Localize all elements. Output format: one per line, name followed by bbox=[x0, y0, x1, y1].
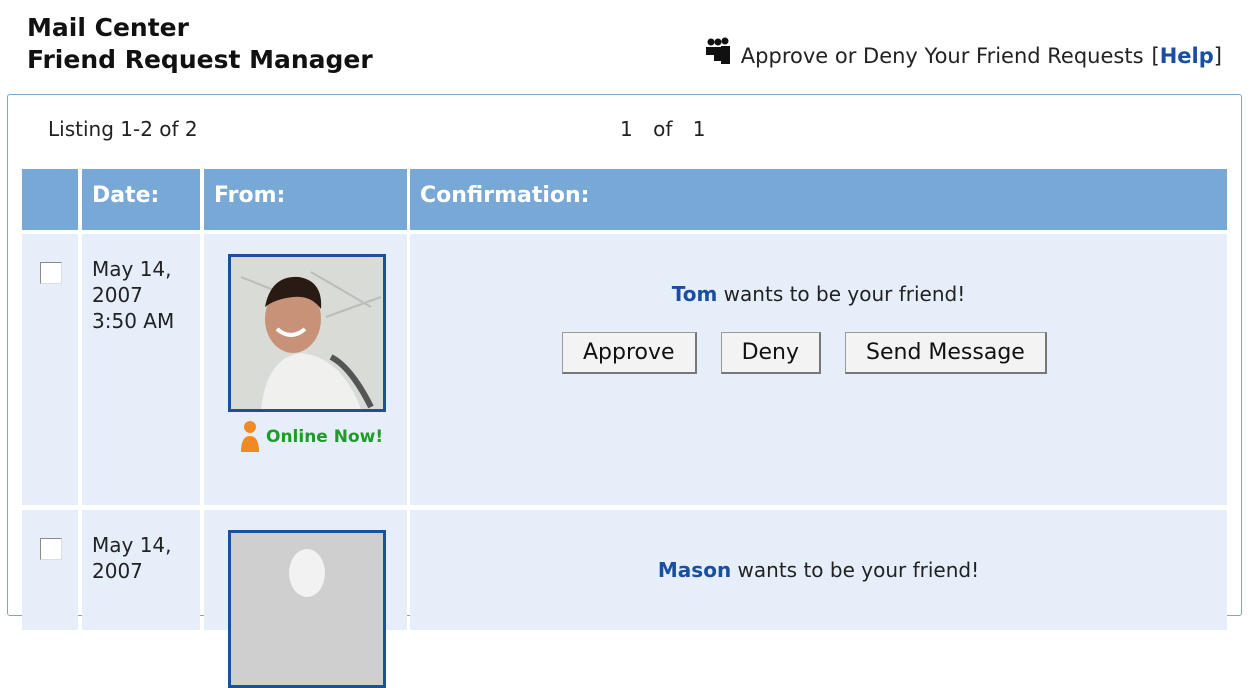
date-cell: May 14, 2007 bbox=[82, 510, 200, 630]
help-link[interactable]: Help bbox=[1160, 44, 1214, 68]
time-line: 3:50 AM bbox=[92, 309, 175, 333]
bracket-close: ] bbox=[1213, 44, 1222, 68]
online-status-icon bbox=[241, 421, 259, 452]
title-line-friend-request-manager: Friend Request Manager bbox=[27, 45, 373, 74]
friend-name-link[interactable]: Mason bbox=[658, 558, 731, 582]
approve-button[interactable]: Approve bbox=[562, 332, 697, 374]
confirmation-cell: Tom wants to be your friend! Approve Den… bbox=[410, 234, 1227, 505]
online-label: Online Now! bbox=[266, 427, 384, 447]
pagination: 1 of 1 bbox=[620, 117, 719, 141]
avatar[interactable] bbox=[228, 530, 386, 688]
avatar[interactable] bbox=[228, 254, 386, 412]
table-header: Date: From: Confirmation: bbox=[22, 169, 1227, 230]
requests-table: Date: From: Confirmation: May 14, 2007 3… bbox=[22, 169, 1227, 688]
col-header-from: From: bbox=[204, 169, 407, 230]
online-status: Online Now! bbox=[240, 420, 383, 454]
from-cell bbox=[204, 510, 407, 688]
action-buttons: Approve Deny Send Message bbox=[562, 332, 1071, 374]
table-row: May 14, 2007 Mason wants to be your frie… bbox=[22, 510, 1227, 688]
request-date: May 14, 2007 bbox=[82, 510, 200, 584]
header-subtitle: Approve or Deny Your Friend Requests [ H… bbox=[703, 37, 1222, 68]
col-header-date: Date: bbox=[82, 169, 200, 230]
send-message-button[interactable]: Send Message bbox=[845, 332, 1047, 374]
listing-range: Listing 1-2 of 2 bbox=[48, 117, 198, 141]
page-title: Mail Center Friend Request Manager bbox=[27, 12, 373, 76]
page-total: 1 bbox=[692, 117, 706, 141]
from-cell: Online Now! bbox=[204, 234, 407, 505]
message-text: wants to be your friend! bbox=[731, 558, 980, 582]
message-text: wants to be your friend! bbox=[717, 282, 966, 306]
bracket-open: [ bbox=[1151, 44, 1160, 68]
people-icon bbox=[705, 37, 730, 64]
date-line: May 14, bbox=[92, 257, 172, 281]
date-line: 2007 bbox=[92, 559, 143, 583]
confirmation-cell: Mason wants to be your friend! bbox=[410, 510, 1227, 630]
select-cell bbox=[22, 510, 78, 630]
col-header-confirmation: Confirmation: bbox=[410, 169, 1227, 230]
title-line-mail-center: Mail Center bbox=[27, 13, 189, 42]
friend-request-message: Mason wants to be your friend! bbox=[410, 558, 1227, 582]
date-line: 2007 bbox=[92, 283, 143, 307]
deny-button[interactable]: Deny bbox=[720, 332, 822, 374]
friend-request-message: Tom wants to be your friend! bbox=[410, 282, 1227, 306]
col-header-select bbox=[22, 169, 78, 230]
subtitle-text: Approve or Deny Your Friend Requests bbox=[740, 44, 1144, 68]
avatar-photo bbox=[231, 257, 383, 409]
table-row: May 14, 2007 3:50 AM Online Now! Tom wan… bbox=[22, 234, 1227, 505]
default-avatar-icon bbox=[231, 533, 383, 685]
select-cell bbox=[22, 234, 78, 505]
page-of: of bbox=[653, 117, 673, 141]
date-cell: May 14, 2007 3:50 AM bbox=[82, 234, 200, 505]
select-checkbox[interactable] bbox=[40, 538, 62, 560]
friend-name-link[interactable]: Tom bbox=[672, 282, 718, 306]
select-checkbox[interactable] bbox=[40, 262, 62, 284]
page-current: 1 bbox=[620, 117, 633, 141]
date-line: May 14, bbox=[92, 533, 172, 557]
request-date: May 14, 2007 3:50 AM bbox=[82, 234, 200, 334]
friend-requests-panel: Listing 1-2 of 2 1 of 1 Date: From: Conf… bbox=[7, 94, 1242, 688]
